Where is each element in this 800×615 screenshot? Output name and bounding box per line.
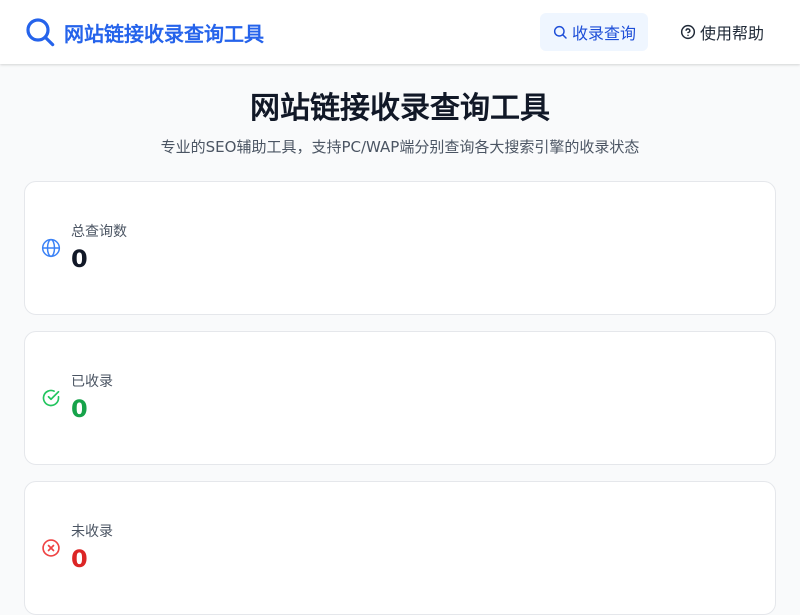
stat-text: 总查询数 0 — [71, 222, 127, 274]
page-subtitle: 专业的SEO辅助工具，支持PC/WAP端分别查询各大搜索引擎的收录状态 — [160, 138, 640, 156]
stat-text: 已收录 0 — [71, 372, 113, 424]
globe-icon — [41, 238, 61, 258]
search-icon — [553, 25, 567, 39]
hero-section: 网站链接收录查询工具 专业的SEO辅助工具，支持PC/WAP端分别查询各大搜索引… — [0, 88, 800, 158]
page-title: 网站链接收录查询工具 — [250, 91, 550, 126]
stat-card-indexed: 已收录 0 — [24, 331, 776, 465]
nav-search-button[interactable]: 收录查询 — [539, 13, 648, 51]
nav-help-label: 使用帮助 — [699, 24, 764, 43]
nav-help-button[interactable]: 使用帮助 — [668, 13, 776, 51]
stat-value: 0 — [71, 545, 88, 573]
stat-card-total: 总查询数 0 — [24, 181, 776, 315]
stat-label: 总查询数 — [71, 224, 127, 240]
nav-search-label: 收录查询 — [571, 24, 636, 43]
help-circle-icon — [680, 24, 696, 40]
stat-text: 未收录 0 — [71, 522, 113, 574]
stat-value: 0 — [71, 395, 88, 423]
stat-value: 0 — [71, 245, 88, 273]
stat-label: 未收录 — [71, 524, 113, 540]
main-nav: 收录查询 使用帮助 — [539, 13, 776, 51]
stat-label: 已收录 — [71, 374, 113, 390]
x-circle-icon — [42, 539, 60, 557]
brand[interactable]: 网站链接收录查询工具 — [24, 16, 264, 48]
stat-card-not-indexed: 未收录 0 — [24, 481, 776, 615]
check-circle-icon — [42, 389, 60, 407]
search-icon — [26, 18, 55, 47]
top-navbar: 网站链接收录查询工具 收录查询 使用帮助 — [0, 0, 800, 64]
app-title: 网站链接收录查询工具 — [64, 21, 264, 46]
